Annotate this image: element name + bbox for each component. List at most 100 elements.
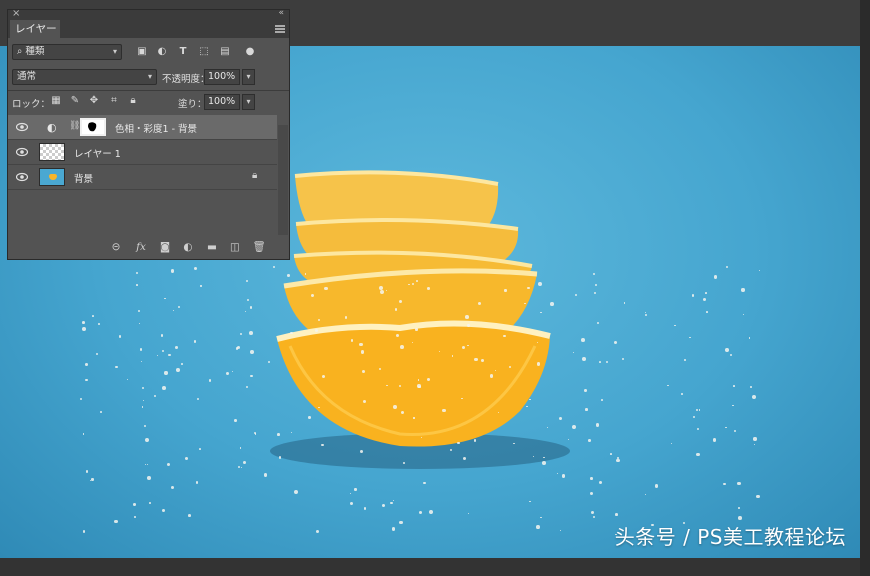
smart-object-filter-icon[interactable]: ▤ xyxy=(219,46,231,58)
sugar-crystal xyxy=(148,501,151,504)
image-filter-icon[interactable]: ▣ xyxy=(136,46,148,58)
sugar-crystal xyxy=(82,433,84,435)
layer-row-hue-saturation[interactable]: ◐ ⛓︎ 色相・彩度1 - 背景 xyxy=(8,115,277,140)
sugar-crystal xyxy=(546,426,549,428)
fill-input[interactable]: 100% xyxy=(204,94,240,110)
sugar-crystal xyxy=(702,297,706,301)
sugar-crystal xyxy=(756,495,760,499)
layers-scrollbar[interactable] xyxy=(278,125,288,235)
sugar-crystal xyxy=(250,374,253,378)
sugar-crystal xyxy=(118,335,122,338)
link-layers-icon[interactable]: ⊝ xyxy=(109,240,123,254)
sugar-crystal xyxy=(536,362,541,366)
layer-mask-thumbnail[interactable] xyxy=(80,118,106,136)
bottom-edge-strip xyxy=(0,558,860,576)
sugar-crystal xyxy=(748,337,751,339)
new-layer-icon[interactable]: ◫ xyxy=(228,240,242,254)
sugar-crystal xyxy=(644,314,647,317)
sugar-crystal xyxy=(595,423,600,427)
opacity-slider-toggle[interactable]: ▾ xyxy=(242,69,255,85)
sugar-crystal xyxy=(759,269,761,271)
sugar-crystal xyxy=(674,324,676,326)
fill-slider-toggle[interactable]: ▾ xyxy=(242,94,255,110)
sugar-crystal xyxy=(399,520,403,524)
sugar-crystal xyxy=(290,331,293,335)
sugar-crystal xyxy=(359,342,363,347)
filter-toggle-icon[interactable]: ● xyxy=(244,46,256,58)
eye-icon[interactable] xyxy=(16,147,28,157)
layer-name[interactable]: レイヤー 1 xyxy=(74,146,121,160)
layer-thumbnail-background[interactable] xyxy=(39,168,65,186)
sugar-crystal xyxy=(238,465,241,468)
sugar-crystal xyxy=(208,379,212,382)
sugar-crystal xyxy=(592,515,595,518)
layer-name[interactable]: 背景 xyxy=(74,171,93,185)
sugar-crystal xyxy=(177,305,180,308)
filter-kind-dropdown[interactable]: ⌕ 種類 ▾ xyxy=(12,44,122,60)
sugar-crystal xyxy=(725,347,730,352)
sugar-crystal xyxy=(529,398,531,400)
lemon-slice-1 xyxy=(276,320,551,447)
tab-layers[interactable]: レイヤー xyxy=(10,20,60,38)
sugar-crystal xyxy=(304,273,306,275)
type-filter-icon[interactable]: T xyxy=(177,46,189,58)
sugar-crystal xyxy=(538,282,542,286)
lemon-thumb-icon xyxy=(49,174,57,180)
sugar-crystal xyxy=(543,456,545,458)
sugar-crystal xyxy=(164,371,168,375)
opacity-label: 不透明度： xyxy=(162,74,210,85)
sugar-crystal xyxy=(360,350,364,354)
sugar-crystal xyxy=(738,507,740,509)
sugar-crystal xyxy=(181,363,183,366)
sugar-crystal xyxy=(318,318,321,321)
lock-all-icon[interactable]: 🔒︎ xyxy=(127,95,139,107)
sugar-crystal xyxy=(354,488,357,491)
lock-row: ロック： ▦ ✎ ✥ ⌗ 🔒︎ 塗り： 100% ▾ xyxy=(8,94,289,112)
sugar-crystal xyxy=(616,458,620,463)
sugar-crystal xyxy=(115,365,118,369)
sugar-crystal xyxy=(590,477,593,480)
panel-menu-icon[interactable] xyxy=(275,25,285,33)
sugar-crystal xyxy=(438,351,440,353)
collapse-panel-icon[interactable]: « xyxy=(278,8,284,18)
opacity-input[interactable]: 100% xyxy=(204,69,240,85)
layer-name[interactable]: 色相・彩度1 - 背景 xyxy=(115,121,197,135)
sugar-crystal xyxy=(277,433,280,436)
layer-row-layer-1[interactable]: レイヤー 1 xyxy=(8,140,277,165)
sugar-crystal xyxy=(490,374,494,378)
sugar-crystal xyxy=(467,324,470,327)
fx-icon[interactable]: fx xyxy=(134,240,148,254)
sugar-crystal xyxy=(91,478,94,481)
sugar-crystal xyxy=(581,338,586,342)
watermark-text: 头条号 / PS美工教程论坛 xyxy=(614,525,846,549)
chevron-down-icon: ▾ xyxy=(112,47,117,56)
new-adjustment-icon[interactable]: ◐ xyxy=(181,240,195,254)
chain-link-icon[interactable]: ⛓︎ xyxy=(69,121,80,131)
delete-layer-icon[interactable]: 🗑︎ xyxy=(252,240,266,254)
sugar-crystal xyxy=(550,302,554,306)
layers-bottom-toolbar: ⊝ fx ◙ ◐ ▬ ◫ 🗑︎ xyxy=(8,235,289,259)
search-icon: ⌕ xyxy=(17,46,23,57)
sugar-crystal xyxy=(415,280,418,282)
lock-transparent-icon[interactable]: ▦ xyxy=(50,95,62,107)
sugar-crystal xyxy=(706,311,708,313)
sugar-crystal xyxy=(379,290,384,295)
layer-thumbnail-transparent[interactable] xyxy=(39,143,65,161)
layer-row-background[interactable]: 背景 🔒︎ xyxy=(8,165,277,190)
add-mask-icon[interactable]: ◙ xyxy=(158,240,172,254)
shape-filter-icon[interactable]: ⬚ xyxy=(198,46,210,58)
lock-artboard-icon[interactable]: ⌗ xyxy=(108,95,120,107)
eye-icon[interactable] xyxy=(16,172,28,182)
chevron-down-icon: ▾ xyxy=(147,72,152,81)
sugar-crystal xyxy=(249,306,253,309)
lock-position-icon[interactable]: ✥ xyxy=(88,95,100,107)
divider xyxy=(8,90,289,91)
eye-icon[interactable] xyxy=(16,122,28,132)
close-panel-icon[interactable]: × xyxy=(12,8,20,19)
new-group-icon[interactable]: ▬ xyxy=(205,240,219,254)
adjustment-filter-icon[interactable]: ◐ xyxy=(156,46,168,58)
sugar-crystal xyxy=(419,510,423,514)
lock-image-icon[interactable]: ✎ xyxy=(69,95,81,107)
sugar-crystal xyxy=(200,285,202,287)
blend-mode-dropdown[interactable]: 通常 ▾ xyxy=(12,69,157,85)
